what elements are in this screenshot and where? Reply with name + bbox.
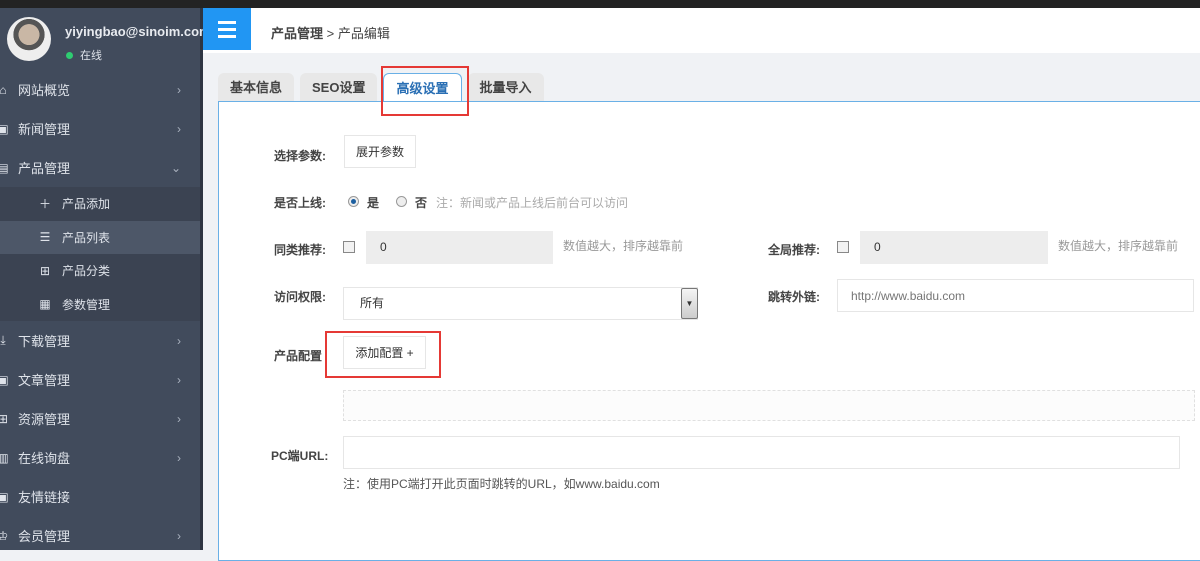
user-status: 在线 bbox=[66, 47, 102, 63]
access-value: 所有 bbox=[360, 296, 385, 310]
sidebar-item-label: 下载管理 bbox=[18, 334, 71, 349]
chevron-right-icon: › bbox=[177, 333, 181, 348]
online-no-label: 否 bbox=[415, 196, 428, 210]
params-label: 选择参数: bbox=[274, 149, 326, 163]
global-order-input[interactable]: 0 bbox=[860, 231, 1048, 264]
sidebar-subitem-list[interactable]: ☰ 产品列表 bbox=[0, 220, 203, 254]
breadcrumb: 产品管理 > 产品编辑 bbox=[271, 23, 390, 42]
sidebar-item-label: 产品分类 bbox=[62, 264, 111, 279]
chevron-right-icon: › bbox=[177, 82, 181, 97]
global-label: 全局推荐: bbox=[768, 243, 820, 257]
avatar[interactable] bbox=[7, 17, 51, 61]
breadcrumb-separator: > bbox=[326, 26, 335, 41]
chevron-right-icon: › bbox=[177, 372, 181, 387]
sidebar-item-label: 文章管理 bbox=[18, 373, 71, 388]
sidebar-item-label: 产品添加 bbox=[62, 197, 111, 212]
sidebar-subitem-params[interactable]: ▦ 参数管理 bbox=[0, 288, 203, 322]
online-note: 注：新闻或产品上线后前台可以访问 bbox=[436, 196, 629, 210]
redirect-label: 跳转外链: bbox=[768, 290, 820, 304]
pc-url-input[interactable] bbox=[343, 436, 1180, 469]
expand-params-button[interactable]: 展开参数 bbox=[344, 135, 416, 168]
sidebar-item-label: 友情链接 bbox=[18, 490, 71, 505]
tab-seo[interactable]: SEO设置 bbox=[300, 73, 378, 101]
sidebar-item-label: 会员管理 bbox=[18, 529, 71, 544]
article-icon: ▣ bbox=[0, 372, 9, 387]
sidebar-item-label: 网站概览 bbox=[18, 83, 71, 98]
plus-icon: ＋ bbox=[38, 197, 51, 212]
tiles-icon: ▦ bbox=[39, 297, 51, 312]
sidebar: yiyingbao@sinoim.com 在线 ⌂ 网站概览 › ▣ 新闻管理 › ▤ 产… bbox=[0, 8, 211, 550]
user-email: yiyingbao@sinoim.com bbox=[65, 24, 211, 39]
highlight-advanced-tab bbox=[381, 66, 469, 116]
download-icon: ⤓ bbox=[0, 333, 6, 347]
chevron-right-icon: › bbox=[177, 411, 181, 426]
sidebar-item-links[interactable]: ▣ 友情链接 bbox=[0, 477, 203, 516]
global-checkbox[interactable] bbox=[837, 241, 849, 253]
resource-icon: ⊞ bbox=[0, 411, 9, 426]
newspaper-icon: ▣ bbox=[0, 121, 9, 136]
window-top-bar bbox=[0, 0, 1200, 8]
sidebar-item-resources[interactable]: ⊞ 资源管理 › bbox=[0, 399, 203, 438]
similar-order-input[interactable]: 0 bbox=[366, 231, 553, 264]
pc-url-label: PC端URL: bbox=[271, 449, 329, 463]
global-hint: 数值越大，排序越靠前 bbox=[1058, 239, 1179, 253]
tab-basic-info[interactable]: 基本信息 bbox=[218, 73, 295, 101]
sidebar-item-label: 产品列表 bbox=[62, 230, 111, 245]
access-label: 访问权限: bbox=[274, 290, 326, 304]
header: 产品管理 > 产品编辑 bbox=[203, 8, 1200, 53]
sidebar-item-news[interactable]: ▣ 新闻管理 › bbox=[0, 109, 203, 148]
products-submenu: ＋ 产品添加 ☰ 产品列表 ⊞ 产品分类 ▦ 参数管理 bbox=[0, 187, 203, 321]
chevron-right-icon: › bbox=[177, 121, 181, 136]
similar-checkbox[interactable] bbox=[343, 241, 355, 253]
redirect-url-input[interactable] bbox=[837, 279, 1194, 312]
status-text: 在线 bbox=[80, 50, 102, 62]
pc-url-note: 注：使用PC端打开此页面时跳转的URL，如www.baidu.com bbox=[343, 477, 660, 491]
highlight-add-config bbox=[325, 331, 441, 378]
online-label: 是否上线: bbox=[274, 196, 326, 210]
online-no-radio[interactable] bbox=[396, 196, 407, 207]
sidebar-item-members[interactable]: ♔ 会员管理 › bbox=[0, 516, 203, 555]
link-icon: ▣ bbox=[0, 489, 9, 504]
list-icon: ☰ bbox=[39, 230, 51, 245]
home-icon: ⌂ bbox=[0, 82, 7, 97]
sidebar-item-label: 新闻管理 bbox=[18, 122, 71, 137]
grid-icon: ⊞ bbox=[39, 263, 51, 278]
breadcrumb-parent[interactable]: 产品管理 bbox=[271, 26, 323, 41]
breadcrumb-current: 产品编辑 bbox=[337, 26, 390, 41]
sidebar-item-label: 在线询盘 bbox=[18, 451, 71, 466]
select-arrow-icon[interactable]: ▼ bbox=[681, 288, 698, 319]
chevron-right-icon: › bbox=[177, 450, 181, 465]
menu-toggle-button[interactable] bbox=[203, 8, 251, 50]
online-yes-label: 是 bbox=[367, 196, 380, 210]
sidebar-item-label: 参数管理 bbox=[62, 297, 111, 312]
similar-label: 同类推荐: bbox=[274, 243, 326, 257]
sidebar-subitem-category[interactable]: ⊞ 产品分类 bbox=[0, 254, 203, 288]
inquiry-icon: ▥ bbox=[0, 450, 9, 465]
member-icon: ♔ bbox=[0, 528, 9, 543]
online-yes-radio[interactable] bbox=[348, 196, 359, 207]
user-panel: yiyingbao@sinoim.com 在线 bbox=[0, 8, 211, 70]
file-icon: ▤ bbox=[0, 160, 9, 175]
config-label: 产品配置 bbox=[274, 349, 323, 363]
access-select[interactable]: 所有 bbox=[343, 287, 698, 320]
sidebar-item-label: 资源管理 bbox=[18, 412, 71, 427]
online-dot-icon bbox=[66, 51, 73, 59]
sidebar-item-overview[interactable]: ⌂ 网站概览 › bbox=[0, 70, 203, 109]
tab-batch-import[interactable]: 批量导入 bbox=[467, 73, 544, 101]
chevron-right-icon: › bbox=[177, 528, 181, 543]
sidebar-item-downloads[interactable]: ⤓ 下载管理 › bbox=[0, 321, 203, 360]
sidebar-item-products[interactable]: ▤ 产品管理 ⌄ bbox=[0, 148, 203, 187]
config-dropzone bbox=[343, 390, 1195, 421]
sidebar-item-inquiry[interactable]: ▥ 在线询盘 › bbox=[0, 438, 203, 477]
sidebar-item-articles[interactable]: ▣ 文章管理 › bbox=[0, 360, 203, 399]
sidebar-item-label: 产品管理 bbox=[18, 161, 71, 176]
similar-hint: 数值越大，排序越靠前 bbox=[563, 239, 684, 253]
chevron-down-icon: ⌄ bbox=[170, 160, 181, 175]
sidebar-subitem-add[interactable]: ＋ 产品添加 bbox=[0, 187, 203, 221]
